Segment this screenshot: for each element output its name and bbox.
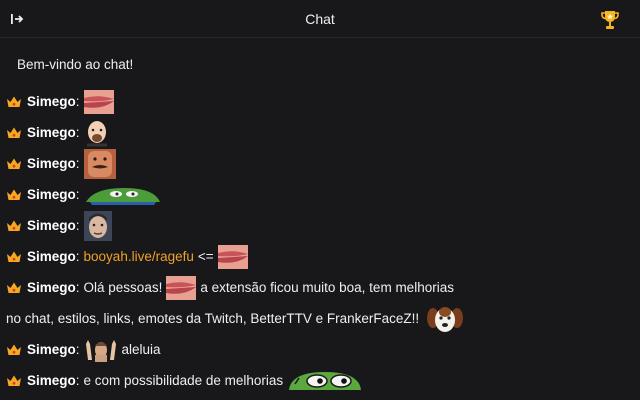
chat-message: Simego: aleluia [6, 334, 632, 365]
chat-log[interactable]: Bem-vindo ao chat! Simego: Simego: Simeg… [0, 38, 640, 396]
chat-message: Simego: [6, 117, 632, 148]
message-text: <= [197, 249, 214, 264]
colon: : [75, 280, 80, 295]
crown-icon [7, 251, 21, 262]
mustache-face-emote [83, 148, 116, 179]
crown-icon [7, 220, 21, 231]
pepe-eyes-emote [289, 371, 362, 390]
lips-emote [217, 244, 248, 269]
chat-message: Simego: booyah.live/ragefu <= [6, 241, 632, 272]
lips-emote [166, 275, 197, 300]
colon: : [75, 249, 80, 264]
colon: : [75, 187, 80, 202]
message-text: e com possibilidade de melhorias [83, 373, 284, 388]
chat-message: Simego: [6, 148, 632, 179]
message-text: aleluia [121, 342, 161, 357]
colon: : [75, 342, 80, 357]
crown-icon [7, 158, 21, 169]
username[interactable]: Simego [27, 125, 76, 140]
username[interactable]: Simego [27, 249, 76, 264]
message-text: no chat, estilos, links, emotes da Twitc… [6, 311, 420, 326]
chat-title: Chat [305, 10, 335, 27]
crown-icon [7, 189, 21, 200]
colon: : [75, 125, 80, 140]
username[interactable]: Simego [27, 280, 76, 295]
username[interactable]: Simego [27, 218, 76, 233]
colon: : [75, 94, 80, 109]
collapse-chat-button[interactable] [8, 10, 26, 28]
man-face-emote [83, 210, 112, 241]
leaderboard-button[interactable] [598, 8, 622, 32]
username[interactable]: Simego [27, 342, 76, 357]
username[interactable]: Simego [27, 94, 76, 109]
chat-message: Simego: [6, 179, 632, 210]
message-line: no chat, estilos, links, emotes da Twitc… [6, 303, 632, 334]
crown-icon [7, 375, 21, 386]
username[interactable]: Simego [27, 373, 76, 388]
crown-icon [7, 96, 21, 107]
praise-hands-emote [85, 339, 116, 362]
welcome-message: Bem-vindo ao chat! [17, 57, 134, 72]
message-text: a extensão ficou muito boa, tem melhoria… [200, 280, 454, 295]
crown-icon [7, 127, 21, 138]
chat-header: Chat [0, 0, 640, 38]
crown-icon [7, 344, 21, 355]
chat-message: Simego: Olá pessoas! a extensão ficou mu… [6, 272, 632, 334]
pepe-frog-emote [85, 187, 160, 205]
colon: : [75, 218, 80, 233]
chat-message: Simego: e com possibilidade de melhorias [6, 365, 632, 396]
trophy-icon [601, 11, 619, 29]
crown-icon [7, 282, 21, 293]
dog-emote [427, 306, 464, 332]
message-line: Simego: Olá pessoas! a extensão ficou mu… [6, 272, 632, 303]
chat-message: Simego: [6, 210, 632, 241]
bald-guy-emote [86, 120, 107, 146]
colon: : [75, 156, 80, 171]
message-text: Olá pessoas! [83, 280, 163, 295]
chat-message: Simego: [6, 86, 632, 117]
lips-emote [83, 89, 114, 114]
colon: : [75, 373, 80, 388]
username[interactable]: Simego [27, 187, 76, 202]
chat-link[interactable]: booyah.live/ragefu [84, 249, 194, 264]
arrow-right-to-bar-icon [11, 14, 24, 24]
username[interactable]: Simego [27, 156, 76, 171]
